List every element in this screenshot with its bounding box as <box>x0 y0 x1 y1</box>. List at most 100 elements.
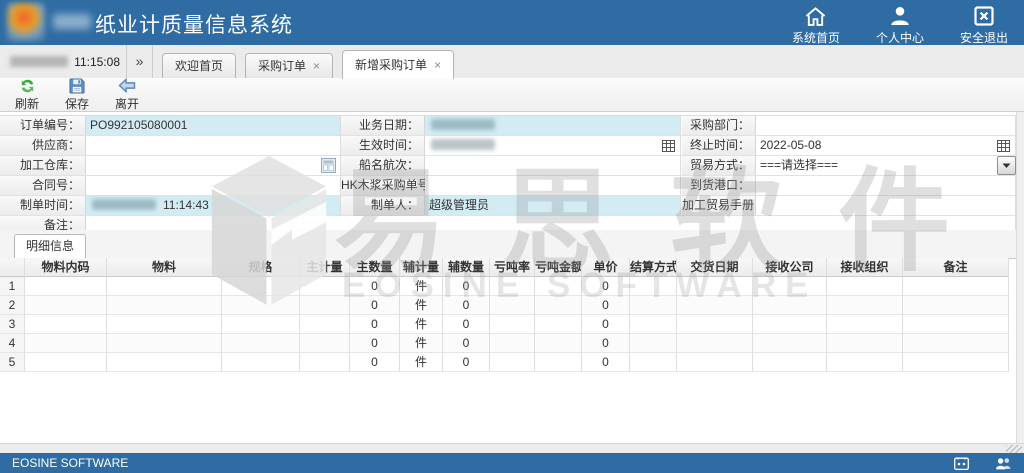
grid-cell[interactable]: 0 <box>443 315 490 334</box>
vertical-scrollbar[interactable] <box>1016 112 1024 443</box>
grid-cell[interactable] <box>25 277 107 296</box>
grid-cell[interactable]: 0 <box>582 353 630 372</box>
save-button[interactable]: 保存 <box>60 78 94 112</box>
nav-home[interactable]: 系统首页 <box>792 5 840 46</box>
tab-detail-info[interactable]: 明细信息 <box>14 234 86 259</box>
grid-cell[interactable]: 0 <box>443 277 490 296</box>
grid-cell[interactable]: 0 <box>350 296 400 315</box>
grid-cell[interactable] <box>903 277 1009 296</box>
end-date-field[interactable]: 2022-05-08 <box>756 136 1016 155</box>
doc-creator-field[interactable]: 超级管理员 <box>425 196 681 215</box>
grid-cell[interactable]: 0 <box>582 334 630 353</box>
purchase-dept-field[interactable] <box>756 116 1016 135</box>
grid-cell[interactable]: 件 <box>400 334 443 353</box>
grid-cell[interactable] <box>25 334 107 353</box>
grid-cell[interactable] <box>107 353 222 372</box>
grid-cell[interactable] <box>827 353 903 372</box>
grid-cell[interactable]: 件 <box>400 315 443 334</box>
hk-pulp-po-no-field[interactable] <box>425 176 681 195</box>
grid-cell[interactable]: 件 <box>400 296 443 315</box>
nav-logout[interactable]: 安全退出 <box>960 5 1008 46</box>
business-date-field[interactable] <box>425 116 681 135</box>
grid-cell[interactable] <box>753 296 827 315</box>
grid-cell[interactable] <box>903 353 1009 372</box>
calendar-badge-icon[interactable] <box>954 457 969 470</box>
tab-purchase-order[interactable]: 采购订单× <box>245 53 333 78</box>
grid-cell[interactable] <box>535 334 582 353</box>
grid-cell[interactable] <box>300 315 350 334</box>
horizontal-scrollbar[interactable] <box>0 443 1024 453</box>
grid-cell[interactable]: 0 <box>582 296 630 315</box>
grid-cell[interactable] <box>490 315 535 334</box>
grid-cell[interactable] <box>222 353 300 372</box>
grid-cell[interactable]: 0 <box>350 277 400 296</box>
grid-cell[interactable] <box>490 296 535 315</box>
contract-no-field[interactable] <box>86 176 341 195</box>
grid-cell[interactable]: 0 <box>350 334 400 353</box>
grid-cell[interactable] <box>222 315 300 334</box>
tab-overflow-button[interactable]: » <box>127 45 153 78</box>
refresh-button[interactable]: 刷新 <box>10 78 44 112</box>
grid-cell[interactable]: 0 <box>350 353 400 372</box>
tab-new-purchase-order[interactable]: 新增采购订单× <box>342 50 454 79</box>
grid-cell[interactable] <box>490 277 535 296</box>
grid-cell[interactable] <box>222 334 300 353</box>
grid-cell[interactable] <box>630 296 677 315</box>
users-icon[interactable] <box>995 457 1012 470</box>
grid-cell[interactable] <box>903 315 1009 334</box>
grid-cell[interactable] <box>630 353 677 372</box>
processing-warehouse-field[interactable] <box>86 156 341 175</box>
grid-cell[interactable] <box>535 277 582 296</box>
grid-cell[interactable] <box>300 277 350 296</box>
grid-cell[interactable] <box>753 334 827 353</box>
grid-cell[interactable] <box>300 334 350 353</box>
grid-cell[interactable] <box>222 296 300 315</box>
grid-cell[interactable] <box>222 277 300 296</box>
grid-cell[interactable] <box>827 277 903 296</box>
grid-cell[interactable]: 0 <box>350 315 400 334</box>
grid-cell[interactable] <box>827 296 903 315</box>
grid-cell[interactable]: 0 <box>582 315 630 334</box>
arrival-port-field[interactable] <box>756 176 1016 195</box>
grid-cell[interactable] <box>25 315 107 334</box>
doc-create-time-field[interactable]: 11:14:43 <box>86 196 341 215</box>
supplier-field[interactable] <box>86 136 341 155</box>
grid-cell[interactable] <box>903 296 1009 315</box>
grid-cell[interactable] <box>107 315 222 334</box>
grid-cell[interactable] <box>753 315 827 334</box>
processing-trade-manual-field[interactable] <box>756 196 1016 215</box>
grid-cell[interactable] <box>25 296 107 315</box>
grid-cell[interactable] <box>677 296 753 315</box>
tab-welcome[interactable]: 欢迎首页 <box>162 53 236 78</box>
close-icon[interactable]: × <box>434 59 441 71</box>
grid-cell[interactable] <box>490 334 535 353</box>
grid-cell[interactable] <box>753 277 827 296</box>
grid-cell[interactable]: 0 <box>443 296 490 315</box>
grid-cell[interactable]: 件 <box>400 353 443 372</box>
leave-button[interactable]: 离开 <box>110 78 144 112</box>
grid-cell[interactable]: 0 <box>582 277 630 296</box>
grid-cell[interactable] <box>630 277 677 296</box>
nav-profile[interactable]: 个人中心 <box>876 5 924 46</box>
grid-cell[interactable]: 件 <box>400 277 443 296</box>
grid-cell[interactable] <box>677 353 753 372</box>
grid-cell[interactable] <box>677 277 753 296</box>
grid-cell[interactable] <box>753 353 827 372</box>
trade-mode-field[interactable]: ===请选择=== <box>756 156 1016 175</box>
ship-voyage-field[interactable] <box>425 156 681 175</box>
dropdown-button[interactable] <box>997 156 1016 175</box>
grid-cell[interactable] <box>535 353 582 372</box>
grid-cell[interactable]: 0 <box>443 353 490 372</box>
grid-cell[interactable] <box>25 353 107 372</box>
grid-cell[interactable] <box>630 315 677 334</box>
grid-cell[interactable] <box>107 334 222 353</box>
grid-cell[interactable] <box>827 315 903 334</box>
grid-cell[interactable] <box>677 315 753 334</box>
grid-cell[interactable] <box>535 296 582 315</box>
grid-cell[interactable] <box>300 296 350 315</box>
grid-cell[interactable] <box>107 296 222 315</box>
grid-cell[interactable] <box>490 353 535 372</box>
grid-cell[interactable] <box>677 334 753 353</box>
grid-cell[interactable] <box>630 334 677 353</box>
grid-cell[interactable] <box>903 334 1009 353</box>
